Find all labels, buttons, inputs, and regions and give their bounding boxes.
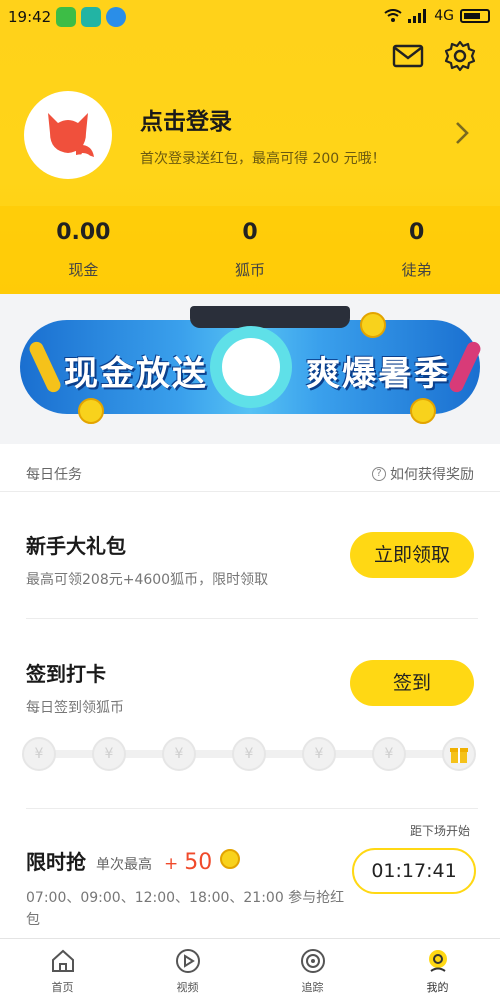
question-icon: ? bbox=[372, 467, 386, 481]
coin-icon bbox=[410, 398, 436, 424]
daily-tasks-header: 每日任务 ? 如何获得奖励 bbox=[0, 452, 500, 492]
divider bbox=[26, 808, 478, 809]
tab-track[interactable]: 追踪 bbox=[250, 939, 375, 1000]
gift-icon bbox=[442, 737, 476, 771]
tab-label: 首页 bbox=[51, 981, 74, 994]
tab-home[interactable]: 首页 bbox=[0, 939, 125, 1000]
banner-text-right: 爽爆暑季 bbox=[306, 354, 450, 394]
checkin-day-4: ¥ bbox=[232, 737, 266, 771]
flash-amount: 50 bbox=[184, 850, 213, 875]
tab-label: 追踪 bbox=[301, 981, 324, 994]
profile-header: 19:42 4G 点击登录 首次登录送红包，最高可得 200 元哦！ 0.00 … bbox=[0, 0, 500, 294]
login-subtitle: 首次登录送红包，最高可得 200 元哦！ bbox=[140, 151, 386, 167]
section-title: 每日任务 bbox=[26, 467, 82, 483]
status-bar: 19:42 4G bbox=[0, 0, 500, 34]
login-row[interactable]: 点击登录 首次登录送红包，最高可得 200 元哦！ bbox=[24, 90, 484, 180]
countdown-timer[interactable]: 01:17:41 bbox=[352, 848, 476, 894]
flash-schedule: 07:00、09:00、12:00、18:00、21:00 参与抢红包 bbox=[26, 890, 345, 928]
chevron-right-icon[interactable] bbox=[452, 118, 472, 148]
profile-icon bbox=[428, 950, 447, 972]
network-type: 4G bbox=[434, 8, 454, 24]
signal-icon bbox=[408, 9, 427, 23]
wifi-icon bbox=[384, 9, 402, 22]
divider bbox=[26, 618, 478, 619]
claim-now-button[interactable]: 立即领取 bbox=[350, 532, 474, 578]
checkin-day-6: ¥ bbox=[372, 737, 406, 771]
login-title[interactable]: 点击登录 bbox=[140, 102, 386, 136]
reward-help-link[interactable]: ? 如何获得奖励 bbox=[372, 464, 474, 484]
swim-ring-graphic bbox=[210, 326, 292, 408]
checkin-button[interactable]: 签到 bbox=[350, 660, 474, 706]
promo-banner[interactable]: 现金放送 爽爆暑季 bbox=[20, 306, 483, 424]
stat-label: 现金 bbox=[68, 261, 99, 279]
bottom-tab-bar: 首页 视频 追踪 我的 bbox=[0, 938, 500, 1000]
video-play-icon bbox=[175, 949, 200, 973]
banner-text-left: 现金放送 bbox=[64, 354, 208, 394]
kayak-graphic bbox=[447, 339, 483, 395]
task-title: 限时抢 bbox=[26, 850, 86, 874]
flash-meta: 单次最高 bbox=[96, 857, 152, 873]
tab-video[interactable]: 视频 bbox=[125, 939, 250, 1000]
checkin-day-2: ¥ bbox=[92, 737, 126, 771]
stat-apprentices[interactable]: 0 徒弟 bbox=[333, 206, 500, 294]
stat-value: 0 bbox=[409, 220, 425, 245]
tab-label: 我的 bbox=[426, 981, 449, 994]
home-icon bbox=[51, 949, 74, 972]
track-icon bbox=[300, 949, 325, 973]
stat-cash[interactable]: 0.00 现金 bbox=[0, 206, 167, 294]
coin-icon bbox=[360, 312, 386, 338]
fox-avatar-icon bbox=[48, 113, 94, 160]
stat-label: 狐币 bbox=[235, 261, 266, 279]
tv-graphic bbox=[190, 306, 350, 328]
avatar[interactable] bbox=[24, 91, 112, 179]
promo-banner-area: 现金放送 爽爆暑季 bbox=[0, 294, 500, 444]
tab-label: 视频 bbox=[176, 981, 199, 994]
kayak-graphic bbox=[27, 339, 63, 395]
stat-label: 徒弟 bbox=[401, 261, 432, 279]
reward-help-label: 如何获得奖励 bbox=[390, 467, 474, 483]
scan-app-icon bbox=[81, 7, 102, 27]
coin-icon bbox=[220, 849, 241, 869]
countdown-label: 距下场开始 bbox=[409, 824, 470, 838]
sync-app-icon bbox=[56, 7, 77, 27]
settings-gear-icon[interactable] bbox=[444, 40, 476, 72]
coin-icon bbox=[78, 398, 104, 424]
stat-fox-coins[interactable]: 0 狐币 bbox=[167, 206, 334, 294]
stat-value: 0 bbox=[242, 220, 258, 245]
battery-icon bbox=[460, 9, 490, 23]
checkin-day-3: ¥ bbox=[162, 737, 196, 771]
tab-mine[interactable]: 我的 bbox=[375, 939, 500, 1000]
flash-plus: + bbox=[164, 854, 179, 874]
stats-bar: 0.00 现金 0 狐币 0 徒弟 bbox=[0, 206, 500, 294]
status-time: 19:42 bbox=[8, 8, 52, 26]
checkin-day-5: ¥ bbox=[302, 737, 336, 771]
checkin-day-1: ¥ bbox=[22, 737, 56, 771]
upload-app-icon bbox=[106, 7, 127, 27]
checkin-progress: ¥ ¥ ¥ ¥ ¥ ¥ bbox=[22, 734, 478, 772]
stat-value: 0.00 bbox=[56, 220, 111, 245]
mail-icon[interactable] bbox=[392, 40, 424, 72]
